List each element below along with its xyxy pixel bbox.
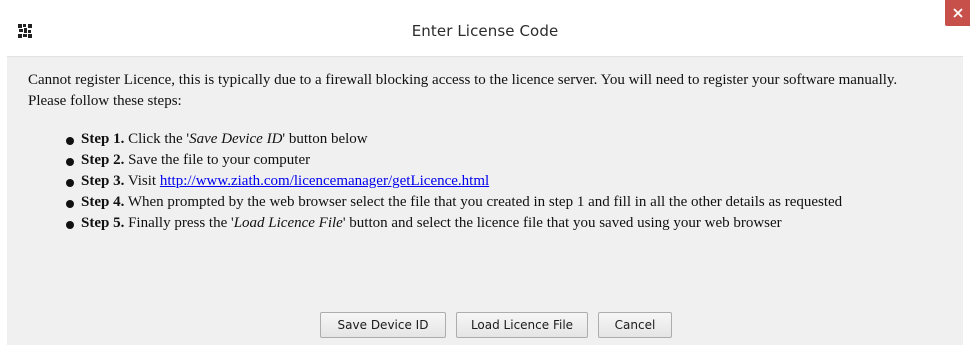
dialog-content: Cannot register Licence, this is typical… <box>7 56 963 345</box>
save-device-id-button[interactable]: Save Device ID <box>320 312 446 338</box>
step-4: Step 4. When prompted by the web browser… <box>64 192 842 213</box>
step-text: Finally press the ' <box>124 215 234 231</box>
intro-message: Cannot register Licence, this is typical… <box>28 72 898 109</box>
step-text: Visit <box>124 173 160 189</box>
title-bar: Enter License Code <box>0 0 970 56</box>
step-label: Step 5. <box>81 215 125 231</box>
step-2: Step 2. Save the file to your computer <box>64 150 842 171</box>
steps-list: Step 1. Click the 'Save Device ID' butto… <box>64 129 842 234</box>
step-emphasis: Save Device ID <box>189 131 283 147</box>
step-1: Step 1. Click the 'Save Device ID' butto… <box>64 129 842 150</box>
bullet-icon <box>66 179 74 187</box>
close-button[interactable] <box>945 0 970 26</box>
window-title: Enter License Code <box>411 22 559 40</box>
step-label: Step 2. <box>81 152 125 168</box>
licence-manager-link[interactable]: http://www.ziath.com/licencemanager/getL… <box>160 173 489 189</box>
step-label: Step 4. <box>81 194 125 210</box>
button-row: Save Device ID Load Licence File Cancel <box>320 312 672 338</box>
step-label: Step 3. <box>81 173 125 189</box>
bullet-icon <box>66 158 74 166</box>
step-text-end: ' button and select the licence file tha… <box>342 215 782 231</box>
step-label: Step 1. <box>81 131 125 147</box>
close-icon <box>952 8 963 18</box>
license-dialog: Enter License Code Cannot register Licen… <box>0 0 970 345</box>
cancel-button[interactable]: Cancel <box>598 312 672 338</box>
step-text: When prompted by the web browser select … <box>124 194 843 210</box>
load-licence-file-button[interactable]: Load Licence File <box>456 312 588 338</box>
step-3: Step 3. Visit http://www.ziath.com/licen… <box>64 171 842 192</box>
step-5: Step 5. Finally press the 'Load Licence … <box>64 213 842 234</box>
step-text: Save the file to your computer <box>124 152 311 168</box>
step-text: Click the ' <box>124 131 190 147</box>
step-emphasis: Load Licence File <box>233 215 343 231</box>
bullet-icon <box>66 200 74 208</box>
bullet-icon <box>66 137 74 145</box>
step-text-end: ' button below <box>282 131 368 147</box>
bullet-icon <box>66 221 74 229</box>
